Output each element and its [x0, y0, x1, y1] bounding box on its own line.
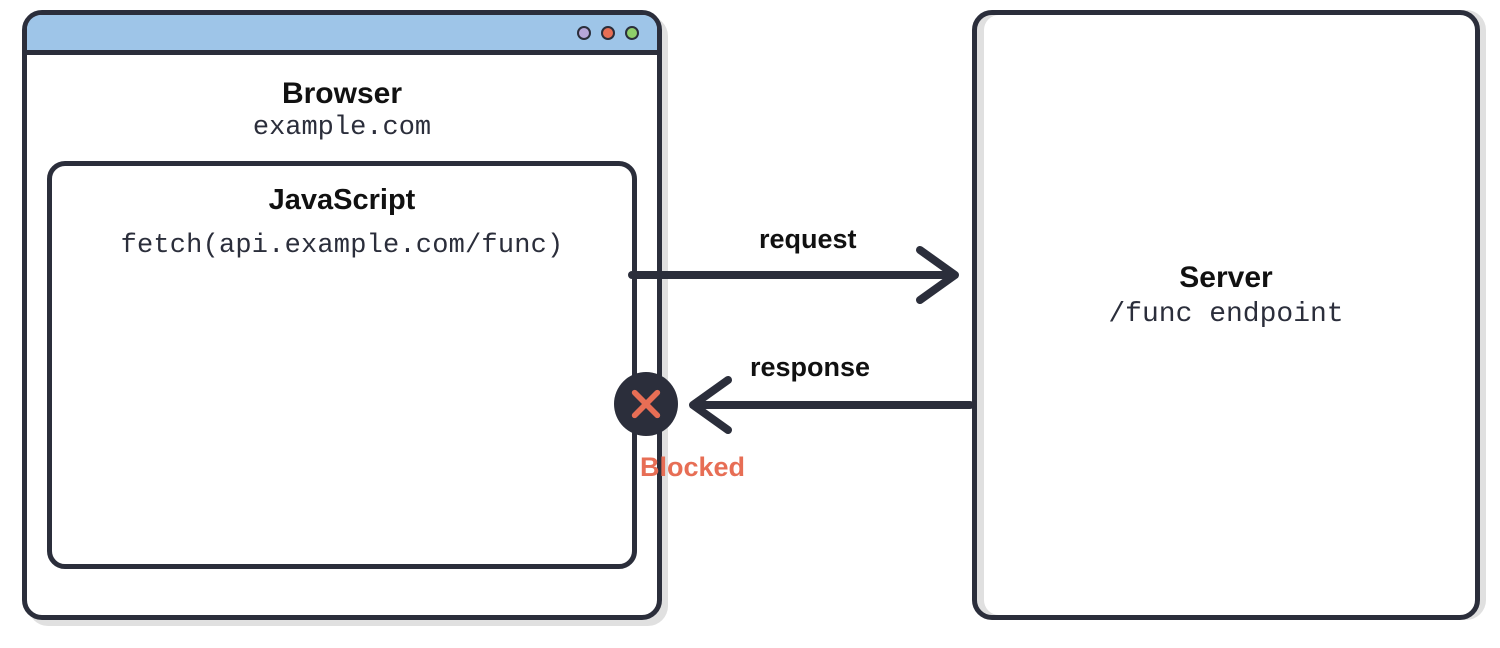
request-arrow-label: request [759, 224, 857, 255]
traffic-light-minimize-icon [577, 26, 591, 40]
browser-body: Browser example.com JavaScript fetch(api… [27, 55, 657, 589]
x-icon [629, 387, 663, 421]
javascript-title: JavaScript [66, 184, 618, 217]
browser-window: Browser example.com JavaScript fetch(api… [22, 10, 662, 620]
response-arrow-label: response [750, 352, 870, 383]
blocked-badge [614, 372, 678, 436]
blocked-label: Blocked [640, 452, 745, 483]
server-title: Server [1179, 261, 1272, 295]
browser-domain: example.com [47, 113, 637, 143]
browser-title: Browser [47, 77, 637, 111]
traffic-light-close-icon [601, 26, 615, 40]
server-endpoint: /func endpoint [1108, 299, 1343, 330]
request-arrow-icon [632, 250, 955, 300]
response-arrow-icon [693, 380, 970, 430]
server-box: Server /func endpoint [972, 10, 1480, 620]
javascript-panel: JavaScript fetch(api.example.com/func) [47, 161, 637, 569]
fetch-call-code: fetch(api.example.com/func) [66, 231, 618, 261]
traffic-light-zoom-icon [625, 26, 639, 40]
browser-titlebar [27, 15, 657, 55]
